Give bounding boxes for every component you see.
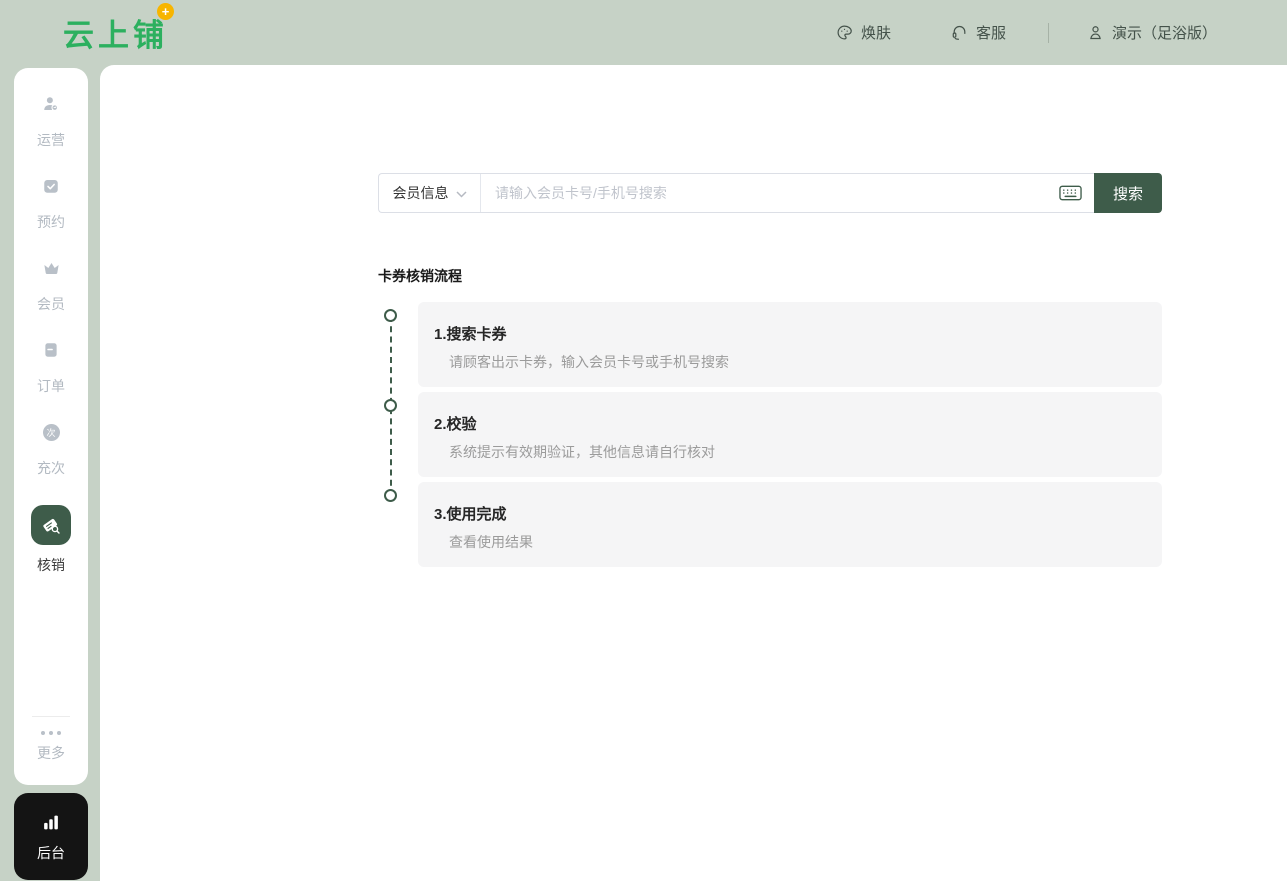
nav-item-account[interactable]: 演示（足浴版） (1087, 22, 1217, 43)
bar-chart-icon (40, 811, 62, 836)
step-circle (384, 399, 397, 412)
crown-icon (42, 259, 61, 277)
palette-icon (836, 24, 853, 41)
search-button[interactable]: 搜索 (1094, 173, 1162, 213)
flow-step-3: 3.使用完成 查看使用结果 (378, 482, 1162, 567)
flow-steps: 1.搜索卡券 请顾客出示卡券，输入会员卡号或手机号搜索 2.校验 系统提示有效期… (378, 302, 1162, 567)
sidebar-item-label: 预约 (37, 214, 65, 230)
header-divider (1047, 22, 1049, 43)
header-nav: 焕肤 客服 演示（足浴版） (776, 22, 1287, 43)
sidebar-item-appointments[interactable]: 预约 (37, 177, 65, 232)
sidebar-item-label: 订单 (37, 378, 65, 394)
top-header: 云上铺 + 焕肤 客服 演示（足浴版） (0, 0, 1287, 65)
main-panel: 会员信息 搜索 卡券核销流程 (100, 65, 1287, 881)
step-card: 1.搜索卡券 请顾客出示卡券，输入会员卡号或手机号搜索 (418, 302, 1162, 387)
flow-section-title: 卡券核销流程 (378, 268, 462, 284)
recharge-times-icon: 次 (42, 423, 60, 441)
logo-plus-badge: + (157, 3, 174, 20)
search-bar: 会员信息 搜索 (378, 173, 1162, 213)
step-card: 2.校验 系统提示有效期验证，其他信息请自行核对 (418, 392, 1162, 477)
search-category-label: 会员信息 (392, 185, 449, 201)
step-circle (384, 489, 397, 502)
step-description: 查看使用结果 (449, 534, 533, 550)
search-category-select[interactable]: 会员信息 (379, 174, 481, 212)
flow-step-1: 1.搜索卡券 请顾客出示卡券，输入会员卡号或手机号搜索 (378, 302, 1162, 387)
step-circle (384, 309, 397, 322)
backend-button[interactable]: 后台 (14, 793, 88, 880)
flow-step-2: 2.校验 系统提示有效期验证，其他信息请自行核对 (378, 392, 1162, 477)
app-logo[interactable]: 云上铺 + (63, 3, 174, 55)
operations-user-icon (42, 95, 60, 113)
ticket-verify-icon (31, 505, 71, 545)
calendar-check-icon (42, 177, 60, 195)
nav-item-skin-theme[interactable]: 焕肤 (836, 22, 891, 43)
sidebar-item-label: 充次 (37, 460, 65, 476)
app-logo-text: 云上铺 (63, 18, 168, 53)
nav-item-label: 演示（足浴版） (1111, 25, 1217, 42)
chevron-down-icon (455, 185, 467, 201)
sidebar-item-members[interactable]: 会员 (37, 259, 65, 314)
user-icon (1087, 24, 1104, 41)
search-input[interactable] (481, 174, 1055, 212)
sidebar-item-orders[interactable]: 订单 (37, 341, 65, 396)
order-book-icon (42, 341, 60, 359)
search-box: 会员信息 (378, 173, 1094, 213)
step-card: 3.使用完成 查看使用结果 (418, 482, 1162, 567)
sidebar-item-label: 核销 (37, 557, 65, 573)
step-title: 3.使用完成 (434, 506, 507, 523)
step-title: 2.校验 (434, 416, 477, 433)
sidebar-item-operations[interactable]: 运营 (37, 95, 65, 150)
step-description: 系统提示有效期验证，其他信息请自行核对 (449, 444, 715, 460)
headset-icon (951, 24, 968, 41)
nav-item-label: 客服 (975, 25, 1006, 42)
sidebar-item-label: 更多 (37, 745, 65, 761)
nav-item-customer-service[interactable]: 客服 (951, 22, 1006, 43)
backend-label: 后台 (37, 844, 65, 861)
keyboard-icon[interactable] (1055, 185, 1094, 201)
sidebar-item-more[interactable]: 更多 (32, 716, 70, 763)
nav-item-label: 焕肤 (860, 25, 891, 42)
sidebar-item-label: 运营 (37, 132, 65, 148)
sidebar: 运营 预约 会员 订单 次 充次 核销 更多 (14, 68, 88, 785)
sidebar-item-recharge-times[interactable]: 次 充次 (37, 423, 65, 478)
sidebar-item-label: 会员 (37, 296, 65, 312)
step-description: 请顾客出示卡券，输入会员卡号或手机号搜索 (449, 354, 729, 370)
step-title: 1.搜索卡券 (434, 326, 507, 343)
more-dots-icon (41, 731, 61, 735)
sidebar-item-verification[interactable]: 核销 (31, 505, 71, 575)
sidebar-divider (32, 716, 70, 717)
